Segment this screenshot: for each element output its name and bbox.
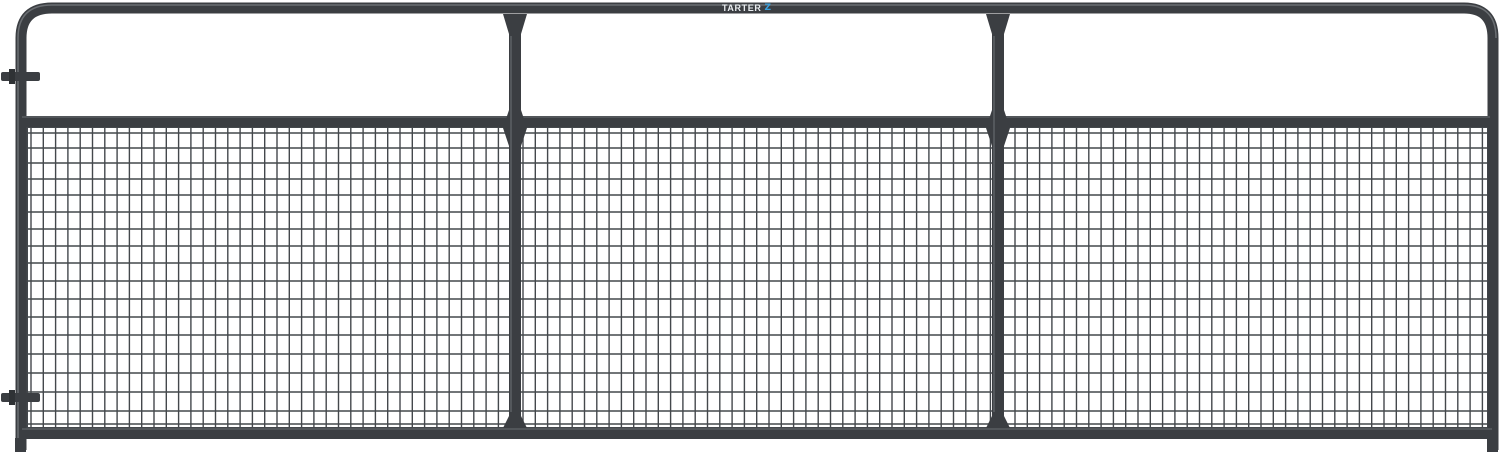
wire-mesh-panel — [26, 126, 1489, 429]
tarter-logo-icon: TARTER Z — [722, 2, 794, 14]
bottom-rail — [22, 428, 1492, 439]
gate-drawing — [1, 2, 1499, 452]
vertical-brace-right — [986, 14, 1010, 428]
mesh-border — [26, 126, 1489, 429]
brand-mark: Z — [764, 3, 771, 13]
brand-label: TARTER — [722, 3, 762, 13]
hinge-post-foot — [15, 438, 26, 452]
end-post-foot — [1487, 438, 1498, 452]
gate-image: TARTER Z — [0, 0, 1500, 454]
mesh-top-rail — [22, 116, 1490, 127]
